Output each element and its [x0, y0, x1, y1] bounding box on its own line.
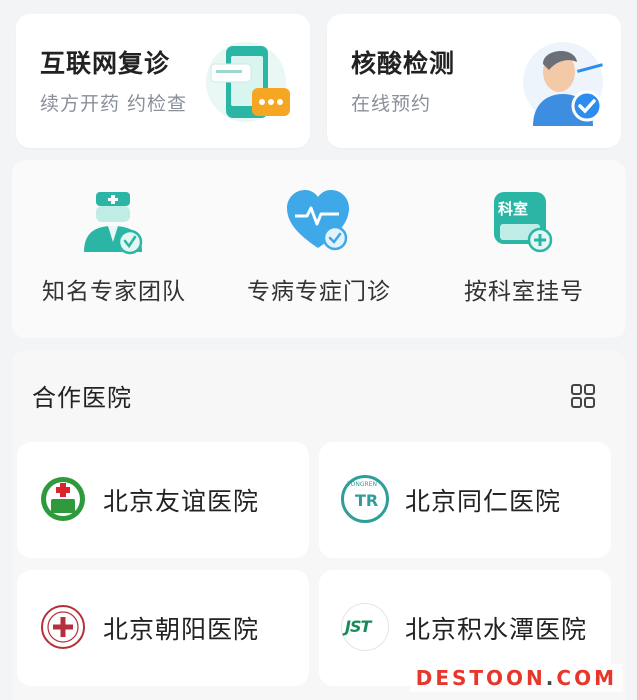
- quick-item-specialty-label: 专病专症门诊: [247, 279, 391, 305]
- quick-item-department[interactable]: 科室 按科室挂号: [424, 160, 624, 338]
- youyi-logo: [39, 475, 87, 523]
- partner-hospitals-panel: 合作医院 北京友谊医院 TONGREN TR 北京同仁医院 北京朝阳医院 JST…: [12, 350, 626, 700]
- department-badge: 科室: [498, 200, 529, 218]
- chaoyang-logo: [39, 603, 87, 651]
- watermark: DESTOON.COM: [409, 664, 623, 692]
- section-title: 合作医院: [32, 384, 132, 412]
- hospital-name: 北京同仁医院: [405, 487, 562, 516]
- online-revisit-subtitle: 续方开药 约检查: [40, 93, 188, 115]
- tongren-logo: TONGREN TR: [341, 475, 389, 523]
- quick-item-experts[interactable]: 知名专家团队: [14, 160, 214, 338]
- nucleic-test-card[interactable]: 核酸检测 在线预约: [327, 14, 621, 148]
- hospital-card-chaoyang[interactable]: 北京朝阳医院: [17, 570, 309, 686]
- hospital-card-tongren[interactable]: TONGREN TR 北京同仁医院: [319, 442, 611, 558]
- nucleic-test-title: 核酸检测: [351, 49, 456, 78]
- grid-view-icon[interactable]: [570, 383, 596, 409]
- hospital-name: 北京积水潭医院: [405, 615, 588, 644]
- quick-item-experts-label: 知名专家团队: [42, 279, 186, 305]
- jishuitan-logo: JST: [341, 603, 389, 651]
- hospital-card-youyi[interactable]: 北京友谊医院: [17, 442, 309, 558]
- swab-test-icon: [523, 42, 603, 126]
- heart-pulse-icon: [287, 190, 349, 251]
- quick-item-department-label: 按科室挂号: [464, 279, 584, 305]
- phone-chat-icon: [206, 42, 290, 122]
- hospital-name: 北京友谊医院: [103, 487, 260, 516]
- department-icon: 科室: [488, 186, 558, 256]
- doctor-icon: [84, 192, 143, 255]
- quick-item-specialty[interactable]: 专病专症门诊: [219, 160, 419, 338]
- quick-entry-panel: 知名专家团队 专病专症门诊 科室 按科室挂号: [12, 160, 626, 338]
- online-revisit-title: 互联网复诊: [40, 49, 171, 78]
- online-revisit-card[interactable]: 互联网复诊 续方开药 约检查: [16, 14, 310, 148]
- nucleic-test-subtitle: 在线预约: [351, 93, 432, 115]
- hospital-name: 北京朝阳医院: [103, 615, 260, 644]
